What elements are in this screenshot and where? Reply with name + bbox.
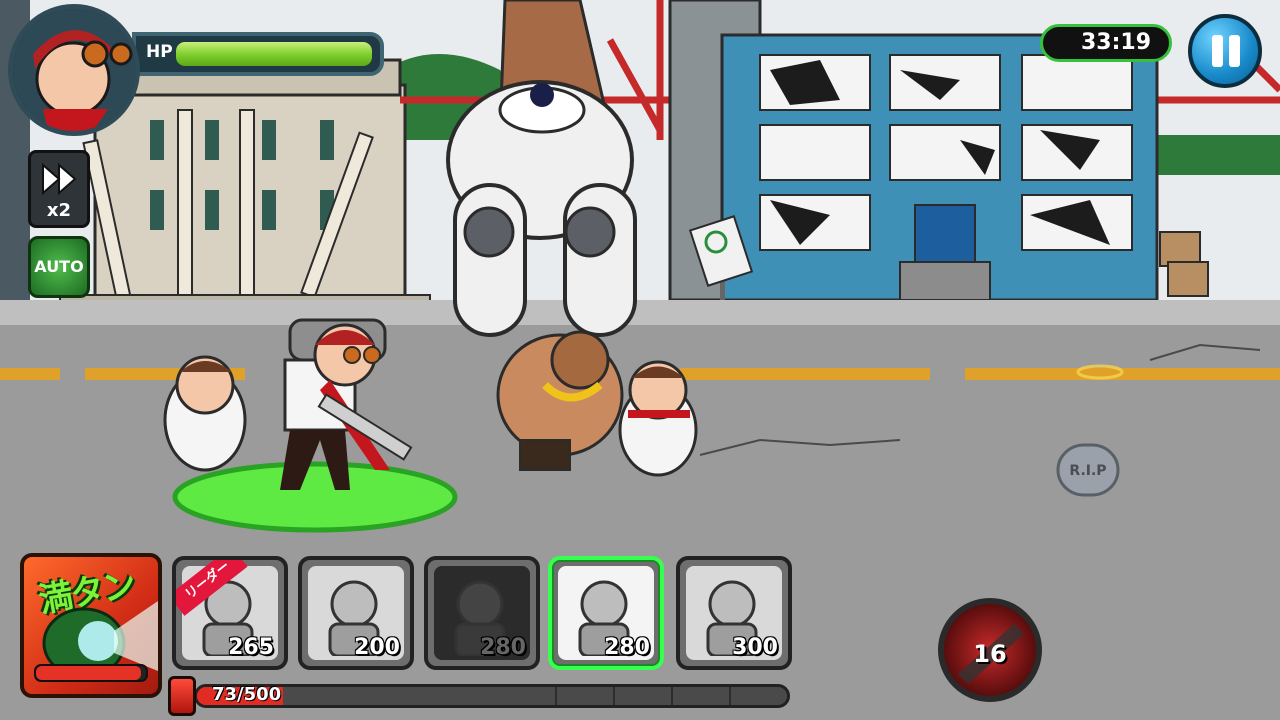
- special-gauge: [34, 664, 148, 682]
- summon-circle: [172, 461, 458, 533]
- hp-label: HP: [146, 42, 173, 62]
- energy-text: 73/500: [212, 684, 282, 705]
- energy-bar: [194, 684, 790, 708]
- special-attack-button[interactable]: 満タン: [20, 553, 162, 698]
- unit-card-1[interactable]: リーダー 265: [172, 556, 288, 670]
- pause-icon-bar: [1229, 35, 1240, 67]
- energy-segment: [555, 687, 557, 705]
- auto-button[interactable]: AUTO: [28, 236, 90, 298]
- hp-bar: HP: [132, 32, 384, 76]
- energy-segment: [613, 687, 615, 705]
- unit-card-4[interactable]: 280: [548, 556, 664, 670]
- energy-segment: [671, 687, 673, 705]
- hp-bar-fill: [176, 42, 372, 66]
- unit-cost: 200: [354, 635, 400, 660]
- unit-cost: 265: [228, 635, 274, 660]
- fast-forward-icon: [42, 162, 77, 196]
- unit-card-3[interactable]: 280: [424, 556, 540, 670]
- pause-button[interactable]: [1188, 14, 1262, 88]
- leader-portrait: [8, 4, 140, 136]
- skill-button[interactable]: 16: [938, 598, 1042, 702]
- speed-toggle-button[interactable]: x2: [28, 150, 90, 228]
- unit-cost: 280: [480, 635, 526, 660]
- unit-cost: 280: [604, 635, 650, 660]
- pause-icon: [1212, 35, 1223, 67]
- skill-count: 16: [973, 640, 1007, 668]
- unit-cost: 300: [732, 635, 778, 660]
- hero-brawler-right: [618, 360, 698, 477]
- battle-timer: 33:19: [1040, 24, 1172, 62]
- svg-text:R.I.P: R.I.P: [1069, 463, 1106, 479]
- unit-card-5[interactable]: 300: [676, 556, 792, 670]
- energy-segment: [729, 687, 731, 705]
- speed-label: x2: [46, 200, 72, 221]
- unit-card-2[interactable]: 200: [298, 556, 414, 670]
- energy-can-icon: [168, 676, 196, 716]
- special-gauge-fill: [36, 666, 141, 680]
